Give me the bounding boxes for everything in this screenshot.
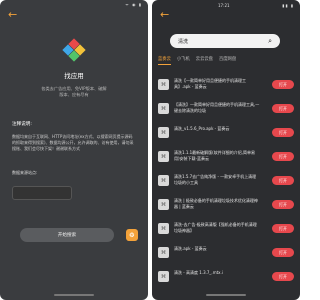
- list-item[interactable]: ⌘ 清洗_v1.5.6_Pro.apk - 蓝奏云 打开: [152, 122, 300, 146]
- file-icon: ⌘: [158, 247, 169, 258]
- app-logo-icon: [62, 38, 86, 62]
- gesture-bar: [54, 294, 94, 296]
- list-item[interactable]: ⌘ 清洗 - 高清度 1.3.7_.mtx.i 打开: [152, 266, 300, 290]
- status-bar: 17:21 ▮▮ ▮: [152, 0, 300, 10]
- settings-icon[interactable]: ❂: [126, 229, 138, 241]
- right-screen: 17:21 ▮▮ ▮ ← 清洗 ⌕ 蓝奏云 小飞机 云云云盘 百度网盘 ⌘ 清洗【…: [152, 0, 300, 300]
- status-time: 17:21: [218, 2, 230, 8]
- back-arrow-icon[interactable]: ←: [0, 9, 148, 24]
- back-arrow-icon[interactable]: ←: [152, 9, 300, 24]
- file-icon: ⌘: [158, 79, 169, 90]
- file-icon: ⌘: [158, 151, 169, 162]
- file-icon: ⌘: [158, 103, 169, 114]
- search-value[interactable]: 清洗: [178, 38, 188, 45]
- open-button[interactable]: 打开: [272, 272, 294, 281]
- open-button[interactable]: 打开: [272, 80, 294, 89]
- item-title: 清洗【一款简单好用且便捷的手机清理工具】.apk - 蓝奏云: [174, 78, 246, 89]
- open-button[interactable]: 打开: [272, 200, 294, 209]
- item-title: 清洗1.1.1最新破解版(软件详细的介绍,简单易用)安装下载-蓝奏云: [174, 150, 256, 161]
- source-tabs: 蓝奏云 小飞机 云云云盘 百度网盘: [158, 56, 298, 65]
- file-icon: ⌘: [158, 271, 169, 282]
- status-icons: ▮▮ ▮: [282, 2, 294, 8]
- app-description: 各类去广告应用、免VIP版本、破解 版本、应有尽有: [41, 86, 107, 97]
- start-search-button[interactable]: 开始搜索: [20, 228, 114, 242]
- search-input[interactable]: 清洗 ⌕: [170, 34, 280, 48]
- item-title: 清洗 | 极致必备的手机清理垃圾技术优化清理神器 | 蓝奏云: [174, 198, 258, 209]
- item-title: 【清洗】一款简单好用且便捷的手机清理工具,一键去除清洗的垃圾: [174, 102, 260, 113]
- list-item[interactable]: ⌘ 清洗-去广告·极致高清版【强机必备的手机清理垃圾神器】 打开: [152, 218, 300, 242]
- result-list: ⌘ 清洗【一款简单好用且便捷的手机清理工具】.apk - 蓝奏云 打开 ⌘ 【清洗】一款…: [152, 74, 300, 290]
- open-button[interactable]: 打开: [272, 176, 294, 185]
- notes-heading: 注释说明:: [12, 122, 32, 127]
- file-icon: ⌘: [158, 223, 169, 234]
- open-button[interactable]: 打开: [272, 248, 294, 257]
- open-button[interactable]: 打开: [272, 224, 294, 233]
- status-icons: ᯤ ◉ ▮: [125, 2, 142, 7]
- open-button[interactable]: 打开: [272, 128, 294, 137]
- open-button[interactable]: 打开: [272, 152, 294, 161]
- left-screen: ᯤ ◉ ▮ ← 找应用 各类去广告应用、免VIP版本、破解 版本、应有尽有 注释…: [0, 0, 148, 300]
- source-label: 数据来源站点:: [12, 170, 38, 175]
- list-item[interactable]: ⌘ 清洗.apk - 蓝奏云 打开: [152, 242, 300, 266]
- item-title: 清洗-去广告·极致高清版【强机必备的手机清理垃圾神器】: [174, 222, 257, 233]
- tab-xiaofeiji[interactable]: 小飞机: [177, 56, 190, 65]
- status-bar: ᯤ ◉ ▮: [0, 0, 148, 10]
- notes-section: 注释说明: 数据均来自于互联网、HTTP访问地址(ex方式、以搜索网页提示源码的…: [12, 122, 136, 176]
- list-item[interactable]: ⌘ 清洗 | 极致必备的手机清理垃圾技术优化清理神器 | 蓝奏云 打开: [152, 194, 300, 218]
- tab-baidu[interactable]: 百度网盘: [219, 56, 236, 65]
- item-title: 清洗 - 高清度 1.3.7_.mtx.i: [174, 270, 223, 275]
- app-title: 找应用: [64, 72, 84, 80]
- item-title: 清洗1.5.7去广告纯净版 - 一款安卓手机上清理垃圾的小工具: [174, 174, 257, 185]
- tab-lanzou[interactable]: 蓝奏云: [158, 56, 171, 65]
- list-item[interactable]: ⌘ 【清洗】一款简单好用且便捷的手机清理工具,一键去除清洗的垃圾 打开: [152, 98, 300, 122]
- list-item[interactable]: ⌘ 清洗1.1.1最新破解版(软件详细的介绍,简单易用)安装下载-蓝奏云 打开: [152, 146, 300, 170]
- search-icon[interactable]: ⌕: [268, 37, 272, 46]
- tab-yunpan[interactable]: 云云云盘: [196, 56, 213, 65]
- list-item[interactable]: ⌘ 清洗【一款简单好用且便捷的手机清理工具】.apk - 蓝奏云 打开: [152, 74, 300, 98]
- notes-body: 数据均来自于互联网、HTTP访问地址(ex方式、以搜索网页提示源码的抓取来得到搜…: [12, 134, 134, 151]
- file-icon: ⌘: [158, 175, 169, 186]
- list-item[interactable]: ⌘ 清洗1.5.7去广告纯净版 - 一款安卓手机上清理垃圾的小工具 打开: [152, 170, 300, 194]
- source-field[interactable]: [12, 186, 72, 200]
- file-icon: ⌘: [158, 127, 169, 138]
- gesture-bar: [206, 294, 246, 296]
- item-title: 清洗_v1.5.6_Pro.apk - 蓝奏云: [174, 126, 230, 131]
- open-button[interactable]: 打开: [272, 104, 294, 113]
- file-icon: ⌘: [158, 199, 169, 210]
- item-title: 清洗.apk - 蓝奏云: [174, 246, 207, 251]
